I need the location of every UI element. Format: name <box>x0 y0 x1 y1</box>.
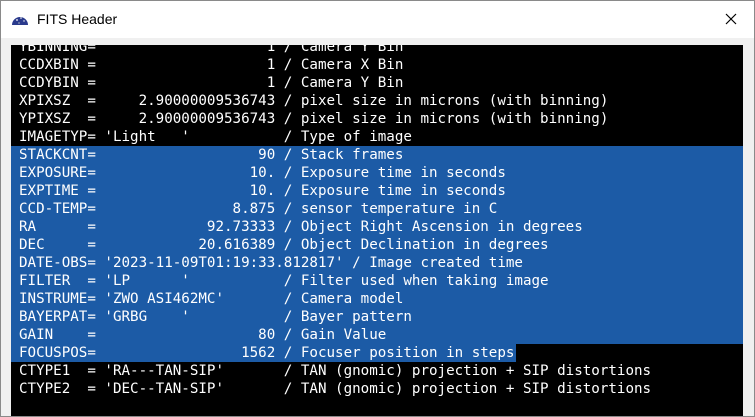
fits-header-window: FITS Header YBINNING= 1 / Camera Y Bin CC… <box>0 0 755 417</box>
header-line-text: YBINNING= 1 / Camera Y Bin <box>19 45 404 55</box>
galaxy-app-icon <box>11 11 29 25</box>
close-button[interactable] <box>708 1 754 38</box>
header-line-text: CTYPE2 = 'DEC--TAN-SIP' / TAN (gnomic) p… <box>19 381 652 397</box>
header-line[interactable]: XPIXSZ = 2.90000009536743 / pixel size i… <box>19 92 743 110</box>
header-line-text: FILTER = 'LP ' / Filter used when taking… <box>19 273 549 289</box>
header-lines: YBINNING= 1 / Camera Y Bin CCDXBIN = 1 / … <box>11 45 743 398</box>
header-line-text: DEC = 20.616389 / Object Declination in … <box>19 237 549 253</box>
title-bar[interactable]: FITS Header <box>1 1 754 38</box>
header-line[interactable]: GAIN = 80 / Gain Value <box>11 326 743 344</box>
header-line[interactable]: IMAGETYP= 'Light ' / Type of image <box>19 128 743 146</box>
header-line[interactable]: YBINNING= 1 / Camera Y Bin <box>19 45 743 56</box>
header-line[interactable]: CTYPE2 = 'DEC--TAN-SIP' / TAN (gnomic) p… <box>19 380 743 398</box>
header-line[interactable]: INSTRUME= 'ZWO ASI462MC' / Camera model <box>11 290 743 308</box>
header-line-text: BAYERPAT= 'GRBG ' / Bayer pattern <box>19 309 412 325</box>
header-line-text: CCDXBIN = 1 / Camera X Bin <box>19 57 404 73</box>
header-line-text: STACKCNT= 90 / Stack frames <box>19 147 404 163</box>
header-line-text: EXPOSURE= 10. / Exposure time in seconds <box>19 165 506 181</box>
window-title: FITS Header <box>37 11 118 27</box>
header-line-text: INSTRUME= 'ZWO ASI462MC' / Camera model <box>19 291 404 307</box>
header-line[interactable]: RA = 92.73333 / Object Right Ascension i… <box>11 218 743 236</box>
header-line-text: IMAGETYP= 'Light ' / Type of image <box>19 129 412 145</box>
header-line[interactable]: YPIXSZ = 2.90000009536743 / pixel size i… <box>19 110 743 128</box>
header-line[interactable]: EXPOSURE= 10. / Exposure time in seconds <box>11 164 743 182</box>
header-line[interactable]: CCDXBIN = 1 / Camera X Bin <box>19 56 743 74</box>
header-line[interactable]: CCD-TEMP= 8.875 / sensor temperature in … <box>11 200 743 218</box>
header-line-text: XPIXSZ = 2.90000009536743 / pixel size i… <box>19 93 609 109</box>
header-line[interactable]: EXPTIME = 10. / Exposure time in seconds <box>11 182 743 200</box>
header-line-text: CCD-TEMP= 8.875 / sensor temperature in … <box>19 201 498 217</box>
header-line[interactable]: FILTER = 'LP ' / Filter used when taking… <box>11 272 743 290</box>
header-line-text: GAIN = 80 / Gain Value <box>19 327 387 343</box>
header-line[interactable]: CTYPE1 = 'RA---TAN-SIP' / TAN (gnomic) p… <box>19 362 743 380</box>
header-line[interactable]: FOCUSPOS= 1562 / Focuser position in ste… <box>11 344 743 362</box>
close-icon <box>725 10 737 29</box>
header-line[interactable]: BAYERPAT= 'GRBG ' / Bayer pattern <box>11 308 743 326</box>
header-line-text: CCDYBIN = 1 / Camera Y Bin <box>19 75 404 91</box>
fits-header-text-area[interactable]: YBINNING= 1 / Camera Y Bin CCDXBIN = 1 / … <box>11 45 743 416</box>
header-line-text: DATE-OBS= '2023-11-09T01:19:33.812817' /… <box>19 255 523 271</box>
header-line[interactable]: DATE-OBS= '2023-11-09T01:19:33.812817' /… <box>11 254 743 272</box>
header-line-text: RA = 92.73333 / Object Right Ascension i… <box>19 219 583 235</box>
header-line[interactable]: STACKCNT= 90 / Stack frames <box>11 146 743 164</box>
header-line-text: FOCUSPOS= 1562 / Focuser position in ste… <box>19 345 515 361</box>
header-line-text: EXPTIME = 10. / Exposure time in seconds <box>19 183 506 199</box>
header-line[interactable]: DEC = 20.616389 / Object Declination in … <box>11 236 743 254</box>
header-line[interactable]: CCDYBIN = 1 / Camera Y Bin <box>19 74 743 92</box>
header-line-text: CTYPE1 = 'RA---TAN-SIP' / TAN (gnomic) p… <box>19 363 652 379</box>
header-line-text: YPIXSZ = 2.90000009536743 / pixel size i… <box>19 111 609 127</box>
